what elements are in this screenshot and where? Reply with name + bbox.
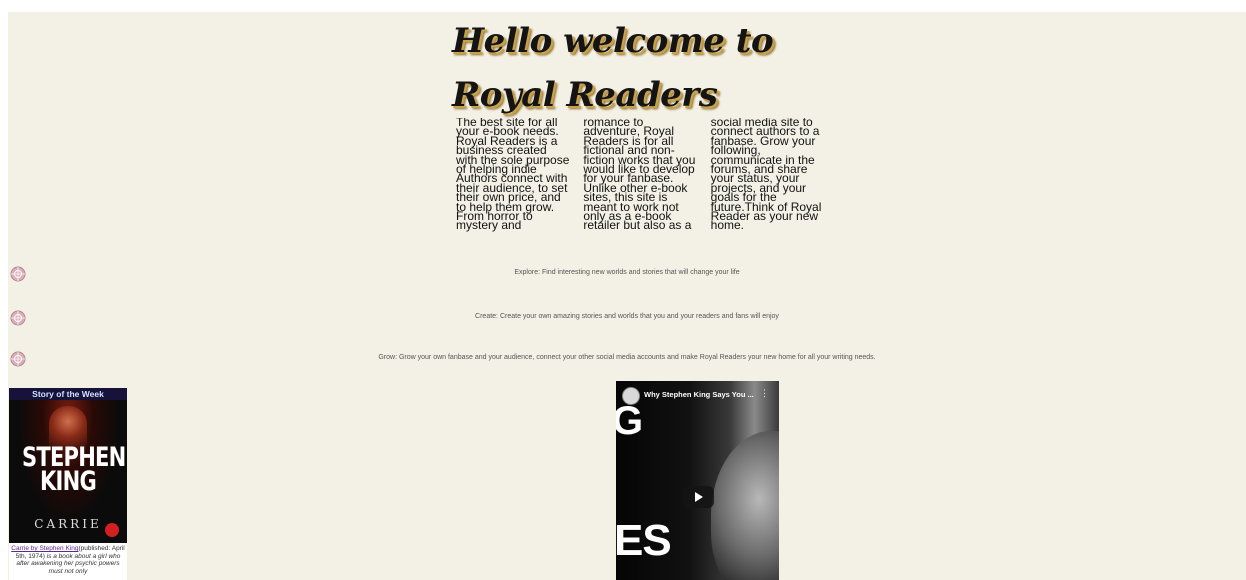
- publisher-badge-icon: [105, 523, 119, 537]
- feature-text: Grow: Grow your own fanbase and your aud…: [378, 354, 876, 361]
- feature-text: Explore: Find interesting new worlds and…: [514, 269, 740, 276]
- thumbnail-text-top: G: [616, 399, 644, 443]
- video-title[interactable]: Why Stephen King Says You ...: [644, 390, 764, 399]
- story-of-the-week: Story of the Week STEPHEN KING CARRIE Ca…: [9, 388, 127, 580]
- page-title: Hello welcome to Royal Readers: [452, 21, 774, 115]
- cover-author: STEPHEN KING: [21, 442, 126, 497]
- story-link[interactable]: Carrie by Stephen King: [11, 545, 78, 552]
- play-button[interactable]: [683, 486, 714, 508]
- story-caption: Carrie by Stephen King(published: April …: [9, 543, 127, 580]
- feature-grow: Grow: Grow your own fanbase and your aud…: [8, 351, 1246, 371]
- book-cover-image[interactable]: STEPHEN KING CARRIE: [9, 400, 127, 543]
- more-options-icon[interactable]: ⋮: [760, 388, 769, 399]
- feature-create: Create: Create your own amazing stories …: [8, 310, 1246, 330]
- intro-text: The best site for all your e-book needs.…: [456, 118, 822, 233]
- channel-avatar[interactable]: [622, 387, 640, 405]
- video-player[interactable]: G ES Why Stephen King Says You ... ⋮: [616, 381, 779, 580]
- video-thumbnail: [711, 431, 779, 580]
- thumbnail-text-bottom: ES: [616, 516, 672, 565]
- feature-explore: Explore: Find interesting new worlds and…: [8, 266, 1246, 286]
- feature-text: Create: Create your own amazing stories …: [475, 313, 779, 320]
- story-header: Story of the Week: [9, 388, 127, 400]
